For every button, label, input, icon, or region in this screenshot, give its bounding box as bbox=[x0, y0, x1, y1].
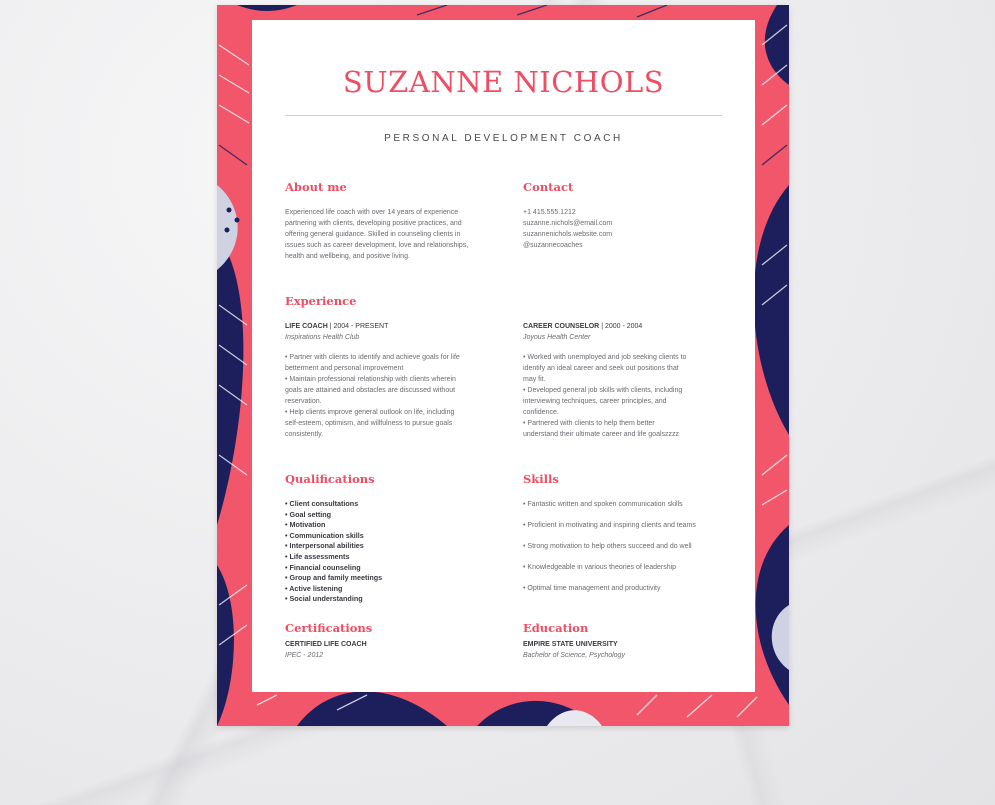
list-item: • Group and family meetings bbox=[285, 573, 383, 583]
job-line: understand their ultimate career and lif… bbox=[523, 431, 680, 438]
education-degree: Bachelor of Science, Psychology bbox=[523, 652, 625, 659]
job-line: goals are attained and obstacles are dis… bbox=[285, 387, 456, 394]
education-school: EMPIRE STATE UNIVERSITY bbox=[523, 641, 618, 648]
about-line: issues such as career development, love … bbox=[285, 242, 469, 249]
list-item: • Motivation bbox=[285, 520, 326, 530]
contact-email: suzanne.nichols@email.com bbox=[523, 220, 613, 227]
list-item: • Client consultations bbox=[285, 499, 359, 508]
contact-block: +1 415.555.1212 suzanne.nichols@email.co… bbox=[523, 207, 612, 251]
resume-poster: SUZANNE NICHOLS PERSONAL DEVELOPMENT COA… bbox=[217, 5, 789, 726]
job-entry: CAREER COUNSELOR | 2000 - 2004 Joyous He… bbox=[523, 321, 686, 440]
skill-item: • Strong motivation to help others succe… bbox=[523, 543, 692, 550]
job-line: identify an ideal career and seek out po… bbox=[523, 365, 679, 372]
job-title: LIFE COACH | 2004 - PRESENT bbox=[285, 323, 389, 330]
job-organization: Inspirations Health Club bbox=[285, 334, 360, 341]
contact-website: suzannenichols.website.com bbox=[523, 231, 613, 238]
about-line: offering general guidance. Skilled in co… bbox=[285, 231, 461, 238]
experience-heading: Experience bbox=[285, 294, 357, 308]
list-item: • Goal setting bbox=[285, 509, 332, 519]
skill-item: • Knowledgeable in various theories of l… bbox=[523, 564, 677, 571]
candidate-title: PERSONAL DEVELOPMENT COACH bbox=[384, 133, 623, 144]
qualifications-list: • Client consultations • Goal setting • … bbox=[285, 499, 382, 605]
certifications-heading: Certifications bbox=[285, 621, 373, 635]
job-line: reservation. bbox=[285, 398, 322, 405]
skill-item: • Optimal time management and productivi… bbox=[523, 585, 661, 592]
certification-entry: CERTIFIED LIFE COACH IPEC - 2012 bbox=[285, 639, 367, 661]
job-line: consistently. bbox=[285, 431, 323, 438]
resume-sheet: SUZANNE NICHOLS PERSONAL DEVELOPMENT COA… bbox=[252, 20, 755, 692]
list-item: • Communication skills bbox=[285, 530, 364, 540]
job-line: • Help clients improve general outlook o… bbox=[285, 409, 455, 416]
about-text: Experienced life coach with over 14 year… bbox=[285, 207, 468, 262]
contact-phone: +1 415.555.1212 bbox=[523, 209, 576, 216]
skill-item: • Fantastic written and spoken communica… bbox=[523, 501, 683, 508]
qualifications-heading: Qualifications bbox=[285, 472, 375, 486]
about-line: health and wellbeing, and positive livin… bbox=[285, 253, 410, 260]
certification-detail: IPEC - 2012 bbox=[285, 652, 324, 659]
job-dates: | 2004 - PRESENT bbox=[329, 323, 389, 330]
job-line: self-esteem, optimism, and willfulness t… bbox=[285, 420, 453, 427]
candidate-name: SUZANNE NICHOLS bbox=[342, 65, 665, 99]
skills-heading: Skills bbox=[523, 472, 559, 486]
about-line: Experienced life coach with over 14 year… bbox=[285, 209, 459, 216]
job-line: • Worked with unemployed and job seeking… bbox=[523, 354, 687, 361]
list-item: • Financial counseling bbox=[285, 562, 361, 572]
list-item: • Interpersonal abilities bbox=[285, 541, 364, 551]
job-entry: LIFE COACH | 2004 - PRESENT Inspirations… bbox=[285, 321, 460, 440]
job-organization: Joyous Health Center bbox=[523, 334, 591, 341]
list-item: • Social understanding bbox=[285, 594, 363, 604]
job-line: • Developed general job skills with clie… bbox=[523, 387, 683, 394]
skill-item: • Proficient in motivating and inspiring… bbox=[523, 522, 696, 529]
job-line: • Partner with clients to identify and a… bbox=[285, 354, 460, 361]
job-line: betterment and personal improvement bbox=[285, 365, 404, 372]
education-heading: Education bbox=[523, 621, 589, 635]
job-line: • Maintain professional relationship wit… bbox=[285, 376, 456, 383]
certification-name: CERTIFIED LIFE COACH bbox=[285, 641, 367, 648]
list-item: • Life assessments bbox=[285, 551, 350, 561]
list-item: • Active listening bbox=[285, 583, 343, 593]
job-line: interviewing techniques, career principl… bbox=[523, 398, 667, 405]
education-entry: EMPIRE STATE UNIVERSITY Bachelor of Scie… bbox=[523, 639, 625, 661]
job-line: confidence. bbox=[523, 409, 559, 416]
job-line: may fit. bbox=[523, 376, 546, 383]
job-line: • Partnered with clients to help them be… bbox=[523, 420, 655, 427]
contact-handle: @suzannecoaches bbox=[523, 242, 583, 249]
about-heading: About me bbox=[285, 180, 347, 194]
job-title: CAREER COUNSELOR | 2000 - 2004 bbox=[523, 323, 643, 330]
job-dates: | 2000 - 2004 bbox=[601, 323, 643, 330]
contact-heading: Contact bbox=[523, 180, 574, 194]
about-line: partnering with clients, developing posi… bbox=[285, 220, 462, 227]
header-divider bbox=[285, 115, 722, 116]
